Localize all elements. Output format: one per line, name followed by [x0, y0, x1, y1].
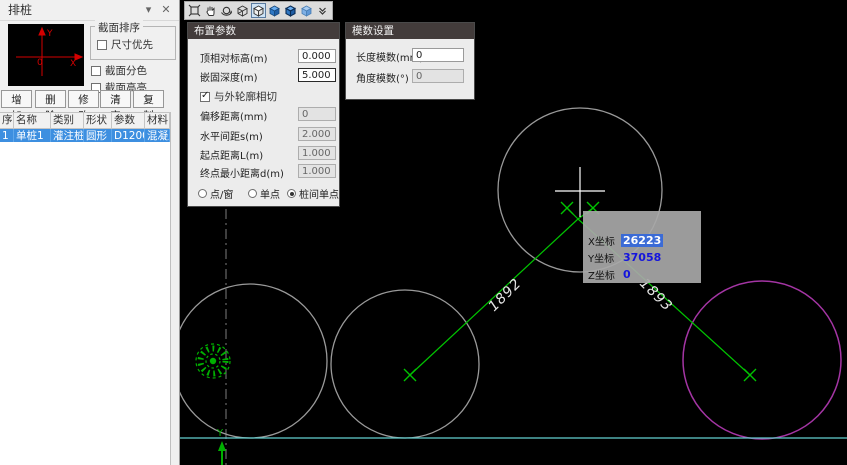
shaded-edges-box-icon[interactable] — [283, 3, 298, 18]
wireframe-box-icon[interactable] — [235, 3, 250, 18]
hidden-line-box-icon[interactable] — [251, 3, 266, 18]
x-coordinate-value[interactable]: 26223 — [621, 234, 663, 247]
field-label-angle-module: 角度模数(°) — [356, 70, 409, 85]
radio-label: 桩间单点 — [299, 186, 339, 201]
orbit-icon[interactable] — [219, 3, 234, 18]
col-header-param: 参数 — [112, 113, 145, 128]
preview-origin-label: 0 — [37, 58, 43, 68]
input-start-distance[interactable]: 1.000 — [298, 146, 336, 160]
input-horizontal-spacing[interactable]: 2.000 — [298, 127, 336, 141]
collapse-icon[interactable]: ▾ — [142, 0, 156, 20]
checkbox-box[interactable] — [97, 40, 107, 50]
checkbox-box[interactable] — [91, 66, 101, 76]
preview-x-label: X — [70, 59, 76, 69]
preview-y-label: Y — [46, 29, 53, 39]
field-label-horizontal-spacing: 水平间距s(m) — [200, 128, 263, 143]
module-settings-panel: 模数设置 长度模数(mm) 0 角度模数(°) 0 — [345, 22, 475, 100]
pile-table: 序. 名称 类别 形状 参数 材料 1 单桩1 灌注桩 圆形 D1200 混凝土 — [0, 112, 171, 144]
crosshair-cursor — [555, 167, 605, 217]
panel-title: 排桩 — [0, 3, 32, 17]
cell-param: D1200 — [112, 129, 145, 143]
cell-type: 灌注桩 — [51, 129, 84, 143]
field-label-end-min-distance: 终点最小距离d(m) — [200, 165, 284, 180]
checkbox-tangent-outline[interactable]: 与外轮廓相切 — [200, 89, 277, 104]
copy-button[interactable]: 复制 — [133, 90, 164, 108]
viewport-toolbar — [184, 1, 333, 20]
checkbox-box[interactable] — [200, 92, 210, 102]
input-embed-depth[interactable]: 5.000 — [298, 68, 336, 82]
realistic-box-icon[interactable] — [299, 3, 314, 18]
checkbox-label: 尺寸优先 — [111, 37, 153, 52]
x-coordinate-label: X坐标 — [588, 233, 621, 248]
y-coordinate-label: Y坐标 — [588, 250, 621, 265]
close-icon[interactable]: ✕ — [159, 0, 173, 20]
cell-material: 混凝土 — [145, 129, 170, 143]
input-angle-module[interactable]: 0 — [412, 69, 464, 83]
radio-label: 单点 — [260, 186, 280, 201]
zoom-extents-icon[interactable] — [187, 3, 202, 18]
col-header-index: 序. — [0, 113, 14, 128]
pan-icon[interactable] — [203, 3, 218, 18]
table-buttons: 增加 删除 修改 清空 复制 — [0, 90, 180, 109]
input-top-elevation[interactable]: 0.000 — [298, 49, 336, 63]
y-coordinate-value[interactable]: 37058 — [621, 251, 663, 264]
add-button[interactable]: 增加 — [1, 90, 32, 108]
cell-shape: 圆形 — [84, 129, 112, 143]
z-coordinate-value[interactable]: 0 — [621, 268, 633, 281]
input-end-min-distance[interactable]: 1.000 — [298, 164, 336, 178]
shaded-box-icon[interactable] — [267, 3, 282, 18]
pile-arrangement-panel: 排桩 ▾ ✕ Y X 0 截面排序 尺寸优先 截面分色 截 — [0, 0, 180, 465]
checkbox-size-priority[interactable]: 尺寸优先 — [97, 37, 153, 52]
field-label-embed-depth: 嵌固深度(m) — [200, 69, 258, 84]
clear-button[interactable]: 清空 — [100, 90, 131, 108]
input-length-module[interactable]: 0 — [412, 48, 464, 62]
layout-params-title[interactable]: 布置参数 — [188, 23, 339, 39]
checkbox-label: 与外轮廓相切 — [214, 89, 277, 104]
cell-index: 1 — [0, 129, 14, 143]
section-preview: Y X 0 — [8, 24, 84, 86]
pile-section-symbol — [196, 344, 230, 378]
pile-circle-left[interactable] — [180, 284, 327, 438]
field-label-start-distance: 起点距离L(m) — [200, 147, 263, 162]
coordinate-tooltip: X坐标 26223 Y坐标 37058 Z坐标 0 — [583, 211, 701, 283]
radio-point-window[interactable]: 点/窗 — [198, 186, 233, 201]
radio-single-point[interactable]: 单点 — [248, 186, 280, 201]
ucs-y-label: Y — [216, 428, 224, 439]
table-header-row: 序. 名称 类别 形状 参数 材料 — [0, 112, 170, 129]
checkbox-label: 截面分色 — [105, 63, 147, 78]
radio-dot — [198, 189, 207, 198]
pile-circle-magenta[interactable] — [683, 281, 841, 439]
layout-params-panel: 布置参数 顶相对标高(m) 0.000 嵌固深度(m) 5.000 与外轮廓相切… — [187, 22, 340, 207]
field-label-top-elevation: 顶相对标高(m) — [200, 50, 268, 65]
z-coordinate-label: Z坐标 — [588, 267, 621, 282]
radio-dot — [248, 189, 257, 198]
col-header-material: 材料 — [145, 113, 170, 128]
more-chevron-icon[interactable] — [315, 3, 330, 18]
modify-button[interactable]: 修改 — [68, 90, 99, 108]
field-label-offset: 偏移距离(mm) — [200, 108, 267, 123]
module-settings-title[interactable]: 模数设置 — [346, 23, 474, 39]
checkbox-section-color[interactable]: 截面分色 — [91, 63, 147, 78]
point-markers — [404, 202, 756, 381]
radio-between-piles[interactable]: 桩间单点 — [287, 186, 339, 201]
col-header-name: 名称 — [14, 113, 51, 128]
panel-titlebar: 排桩 ▾ ✕ — [0, 0, 179, 21]
section-sort-group: 截面排序 尺寸优先 — [90, 26, 176, 60]
input-offset[interactable]: 0 — [298, 107, 336, 121]
dim-label-left: 1892 — [485, 275, 524, 314]
radio-label: 点/窗 — [210, 186, 233, 201]
table-empty-area[interactable] — [0, 142, 171, 465]
cell-name: 单桩1 — [14, 129, 51, 143]
cad-viewport[interactable]: Y 1892 1893 — [180, 0, 847, 465]
section-sort-label: 截面排序 — [95, 20, 143, 35]
radio-dot — [287, 189, 296, 198]
delete-button[interactable]: 删除 — [35, 90, 66, 108]
col-header-type: 类别 — [51, 113, 84, 128]
col-header-shape: 形状 — [84, 113, 112, 128]
pile-circle-mid[interactable] — [331, 290, 479, 438]
